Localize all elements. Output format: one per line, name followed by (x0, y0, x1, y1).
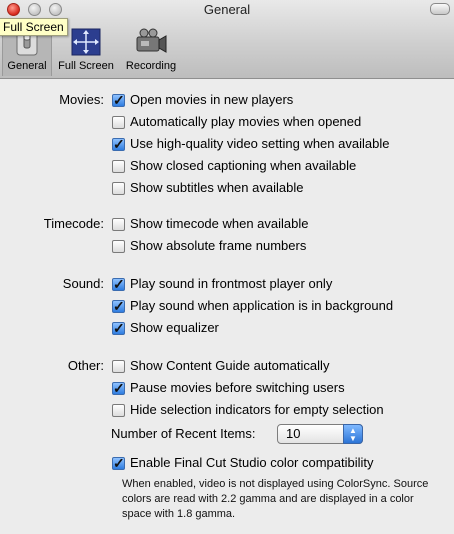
checkbox[interactable] (112, 182, 125, 195)
tab-full-screen-label: Full Screen (58, 60, 114, 72)
toolbar: General General Full Screen Recording Fu… (0, 0, 454, 79)
checkbox[interactable] (112, 360, 125, 373)
toolbar-toggle-button[interactable] (430, 3, 450, 15)
checkbox-label: Open movies in new players (130, 92, 294, 107)
checkbox[interactable] (112, 134, 125, 154)
checkbox[interactable] (112, 90, 125, 110)
section-label-other: Other: (0, 356, 104, 376)
checkbox-label: Play sound when application is in backgr… (130, 298, 394, 313)
section-label-text: Movies: (59, 92, 104, 107)
section-label-timecode: Timecode: (0, 214, 104, 234)
section-label-text: Other: (67, 358, 104, 373)
general-pane: Movies: Open movies in new players Autom… (0, 79, 454, 534)
checkbox-label: Show subtitles when available (130, 180, 304, 195)
minimize-button[interactable] (28, 3, 41, 16)
popup-arrows-icon: ▲ ▼ (343, 424, 363, 444)
checkbox[interactable] (112, 378, 125, 398)
section-label-text: Sound: (62, 276, 104, 291)
checkbox[interactable] (112, 218, 125, 231)
tab-recording[interactable]: Recording (122, 26, 180, 76)
preferences-window: General General Full Screen Recording Fu… (0, 0, 454, 534)
section-label-text: Timecode: (43, 216, 104, 231)
checkbox-label: Pause movies before switching users (130, 380, 345, 395)
checkbox[interactable] (112, 404, 125, 417)
video-camera-icon (122, 26, 180, 58)
recent-items-label: Number of Recent Items: (111, 426, 256, 441)
window-title: General (203, 2, 251, 17)
checkbox-label: Show closed captioning when available (130, 158, 357, 173)
checkbox-label: Play sound in frontmost player only (130, 276, 333, 291)
checkbox-label: Automatically play movies when opened (130, 114, 362, 129)
checkbox-label: Show equalizer (130, 320, 219, 335)
checkbox[interactable] (112, 160, 125, 173)
checkbox[interactable] (112, 274, 125, 294)
checkbox[interactable] (112, 318, 125, 338)
close-button[interactable] (7, 3, 20, 16)
colorsync-note: When enabled, video is not displayed usi… (122, 478, 429, 520)
tab-general-label: General (7, 60, 47, 72)
checkbox-label: Show absolute frame numbers (130, 238, 307, 253)
checkbox-label: Show timecode when available (130, 216, 309, 231)
checkbox-label: Enable Final Cut Studio color compatibil… (130, 455, 374, 470)
section-label-sound: Sound: (0, 274, 104, 294)
checkbox[interactable] (112, 296, 125, 316)
checkbox[interactable] (112, 240, 125, 253)
checkbox-label: Hide selection indicators for empty sele… (130, 402, 384, 417)
section-label-movies: Movies: (0, 90, 104, 110)
tab-recording-label: Recording (125, 60, 177, 72)
tooltip: Full Screen (0, 18, 68, 36)
checkbox[interactable] (112, 453, 125, 473)
recent-items-popup[interactable]: 10 ▲ ▼ (277, 424, 363, 444)
checkbox-label: Show Content Guide automatically (130, 358, 330, 373)
recent-items-value: 10 (286, 426, 301, 441)
checkbox[interactable] (112, 116, 125, 129)
checkbox-label: Use high-quality video setting when avai… (130, 136, 390, 151)
zoom-button[interactable] (49, 3, 62, 16)
